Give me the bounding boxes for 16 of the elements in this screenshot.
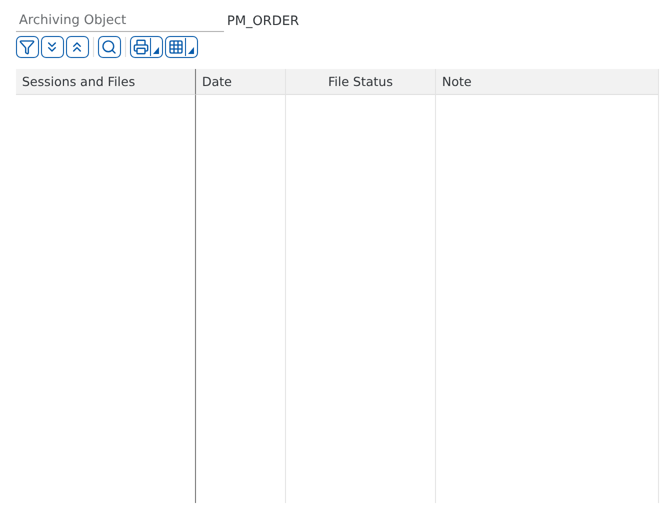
printer-icon bbox=[133, 39, 149, 55]
filter-button[interactable] bbox=[16, 36, 39, 58]
filter-icon bbox=[19, 39, 35, 55]
column-header[interactable]: Date bbox=[196, 69, 286, 95]
field-label: Archiving Object bbox=[16, 11, 224, 32]
column-header[interactable]: File Status bbox=[286, 69, 436, 95]
collapse-all-button[interactable] bbox=[66, 36, 89, 58]
field-value: PM_ORDER bbox=[227, 13, 300, 31]
layout-button[interactable] bbox=[165, 36, 198, 58]
grid-icon bbox=[168, 39, 184, 55]
search-icon bbox=[101, 39, 117, 55]
column-header[interactable]: Sessions and Files bbox=[16, 69, 196, 95]
column-header[interactable]: Note bbox=[436, 69, 659, 95]
search-button[interactable] bbox=[98, 36, 121, 58]
print-button[interactable] bbox=[130, 36, 163, 58]
expand-all-button[interactable] bbox=[41, 36, 64, 58]
